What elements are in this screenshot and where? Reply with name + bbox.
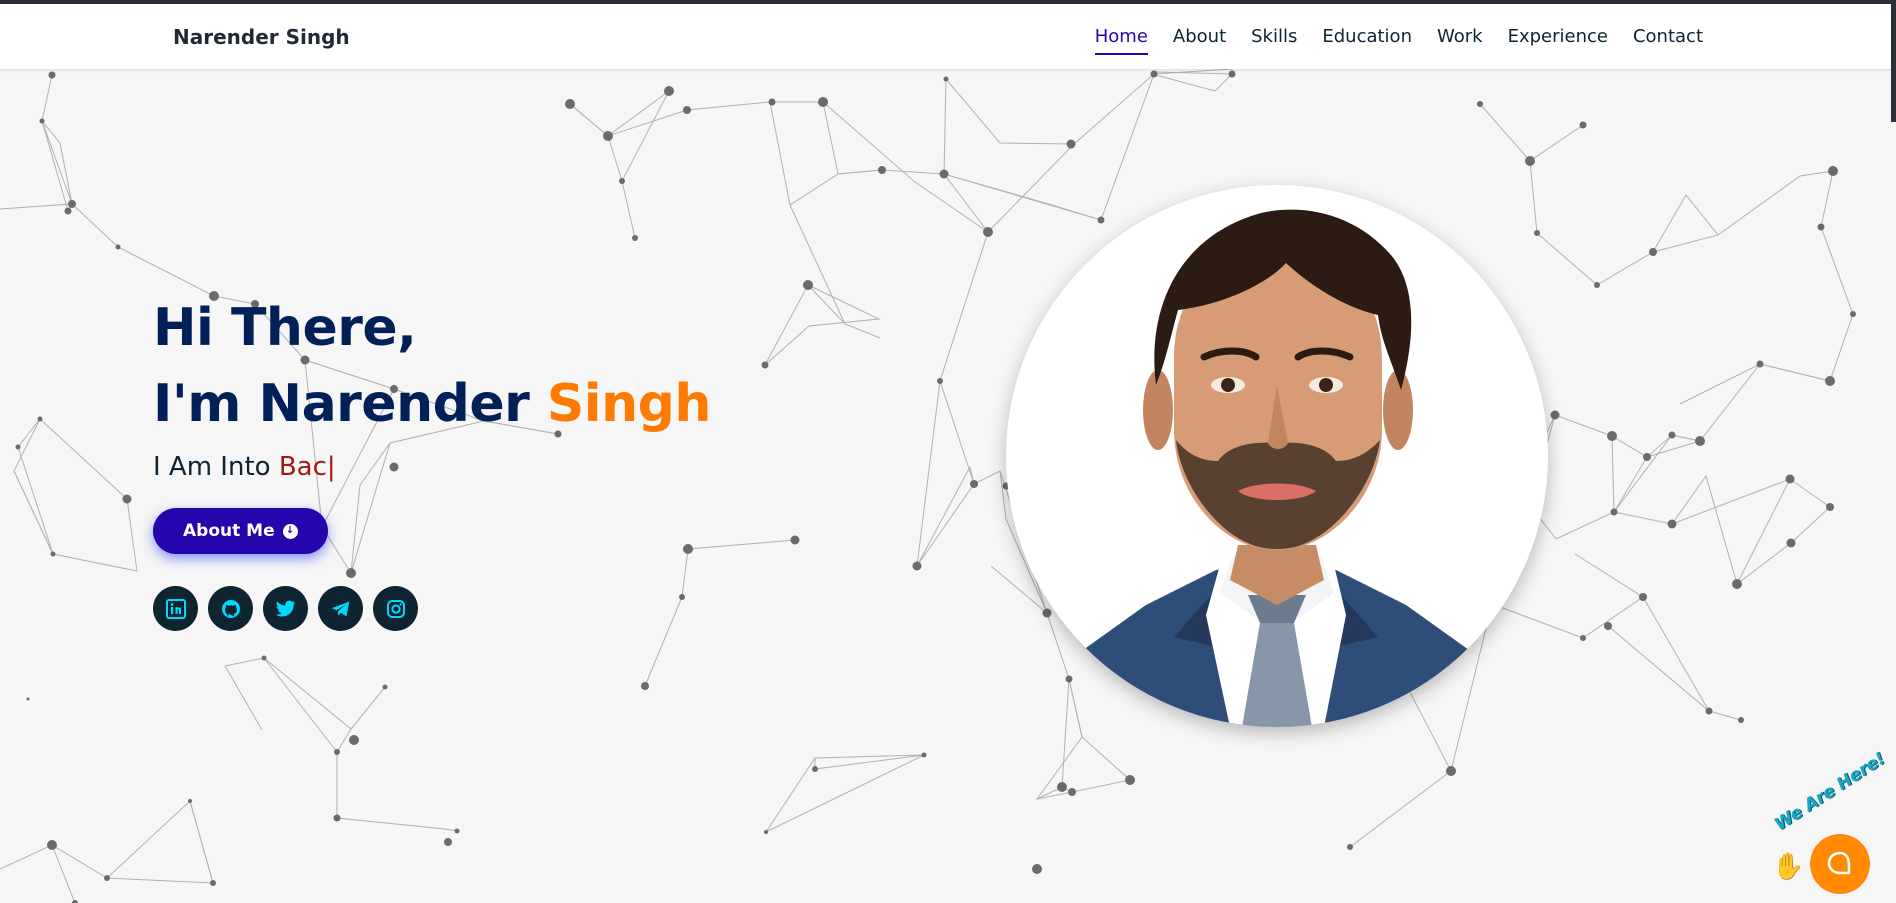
- about-me-label: About Me: [183, 521, 275, 541]
- hero-greeting: Hi There,: [153, 298, 417, 358]
- chat-widget[interactable]: We Are Here! ✋: [1768, 749, 1896, 903]
- nav-link-contact[interactable]: Contact: [1633, 26, 1703, 53]
- github-icon: [221, 599, 240, 618]
- typing-cursor: |: [326, 452, 336, 482]
- telegram-link[interactable]: [318, 586, 363, 631]
- profile-photo: [1006, 185, 1548, 727]
- typing-text: I Am Into Bac|: [153, 452, 711, 482]
- social-links: [153, 586, 711, 631]
- twitter-link[interactable]: [263, 586, 308, 631]
- linkedin-icon: [165, 598, 186, 619]
- nav-link-home[interactable]: Home: [1094, 26, 1149, 55]
- hero-section: Hi There, I'm Narender Singh I Am Into B…: [153, 290, 711, 631]
- linkedin-link[interactable]: [153, 586, 198, 631]
- telegram-icon: [331, 601, 349, 616]
- github-link[interactable]: [208, 586, 253, 631]
- nav-link-education[interactable]: Education: [1322, 26, 1412, 53]
- twitter-icon: [275, 600, 296, 617]
- hero-name-accent: Singh: [546, 374, 712, 434]
- nav-link-work[interactable]: Work: [1437, 26, 1483, 53]
- nav-link-skills[interactable]: Skills: [1251, 26, 1297, 53]
- chat-open-button[interactable]: [1810, 834, 1870, 894]
- about-me-button[interactable]: About Me ↓: [153, 508, 328, 554]
- nav-link-experience[interactable]: Experience: [1508, 26, 1608, 53]
- navbar: Narender Singh Home About Skills Educati…: [0, 4, 1896, 69]
- chat-bubble-icon: [1827, 851, 1851, 875]
- scrollbar-thumb[interactable]: [1891, 4, 1896, 122]
- instagram-link[interactable]: [373, 586, 418, 631]
- nav-links: Home About Skills Education Work Experie…: [1094, 26, 1703, 55]
- hero-name: I'm Narender Singh: [153, 366, 711, 442]
- hero-name-prefix: I'm Narender: [153, 374, 547, 434]
- arrow-circle-down-icon: ↓: [282, 523, 298, 539]
- instagram-icon: [386, 599, 405, 618]
- waving-hand-icon: ✋: [1772, 852, 1805, 882]
- nav-link-about[interactable]: About: [1173, 26, 1226, 53]
- brand-logo[interactable]: Narender Singh: [173, 25, 350, 49]
- typing-value: Bac: [278, 452, 327, 482]
- typing-prefix: I Am Into: [153, 452, 279, 482]
